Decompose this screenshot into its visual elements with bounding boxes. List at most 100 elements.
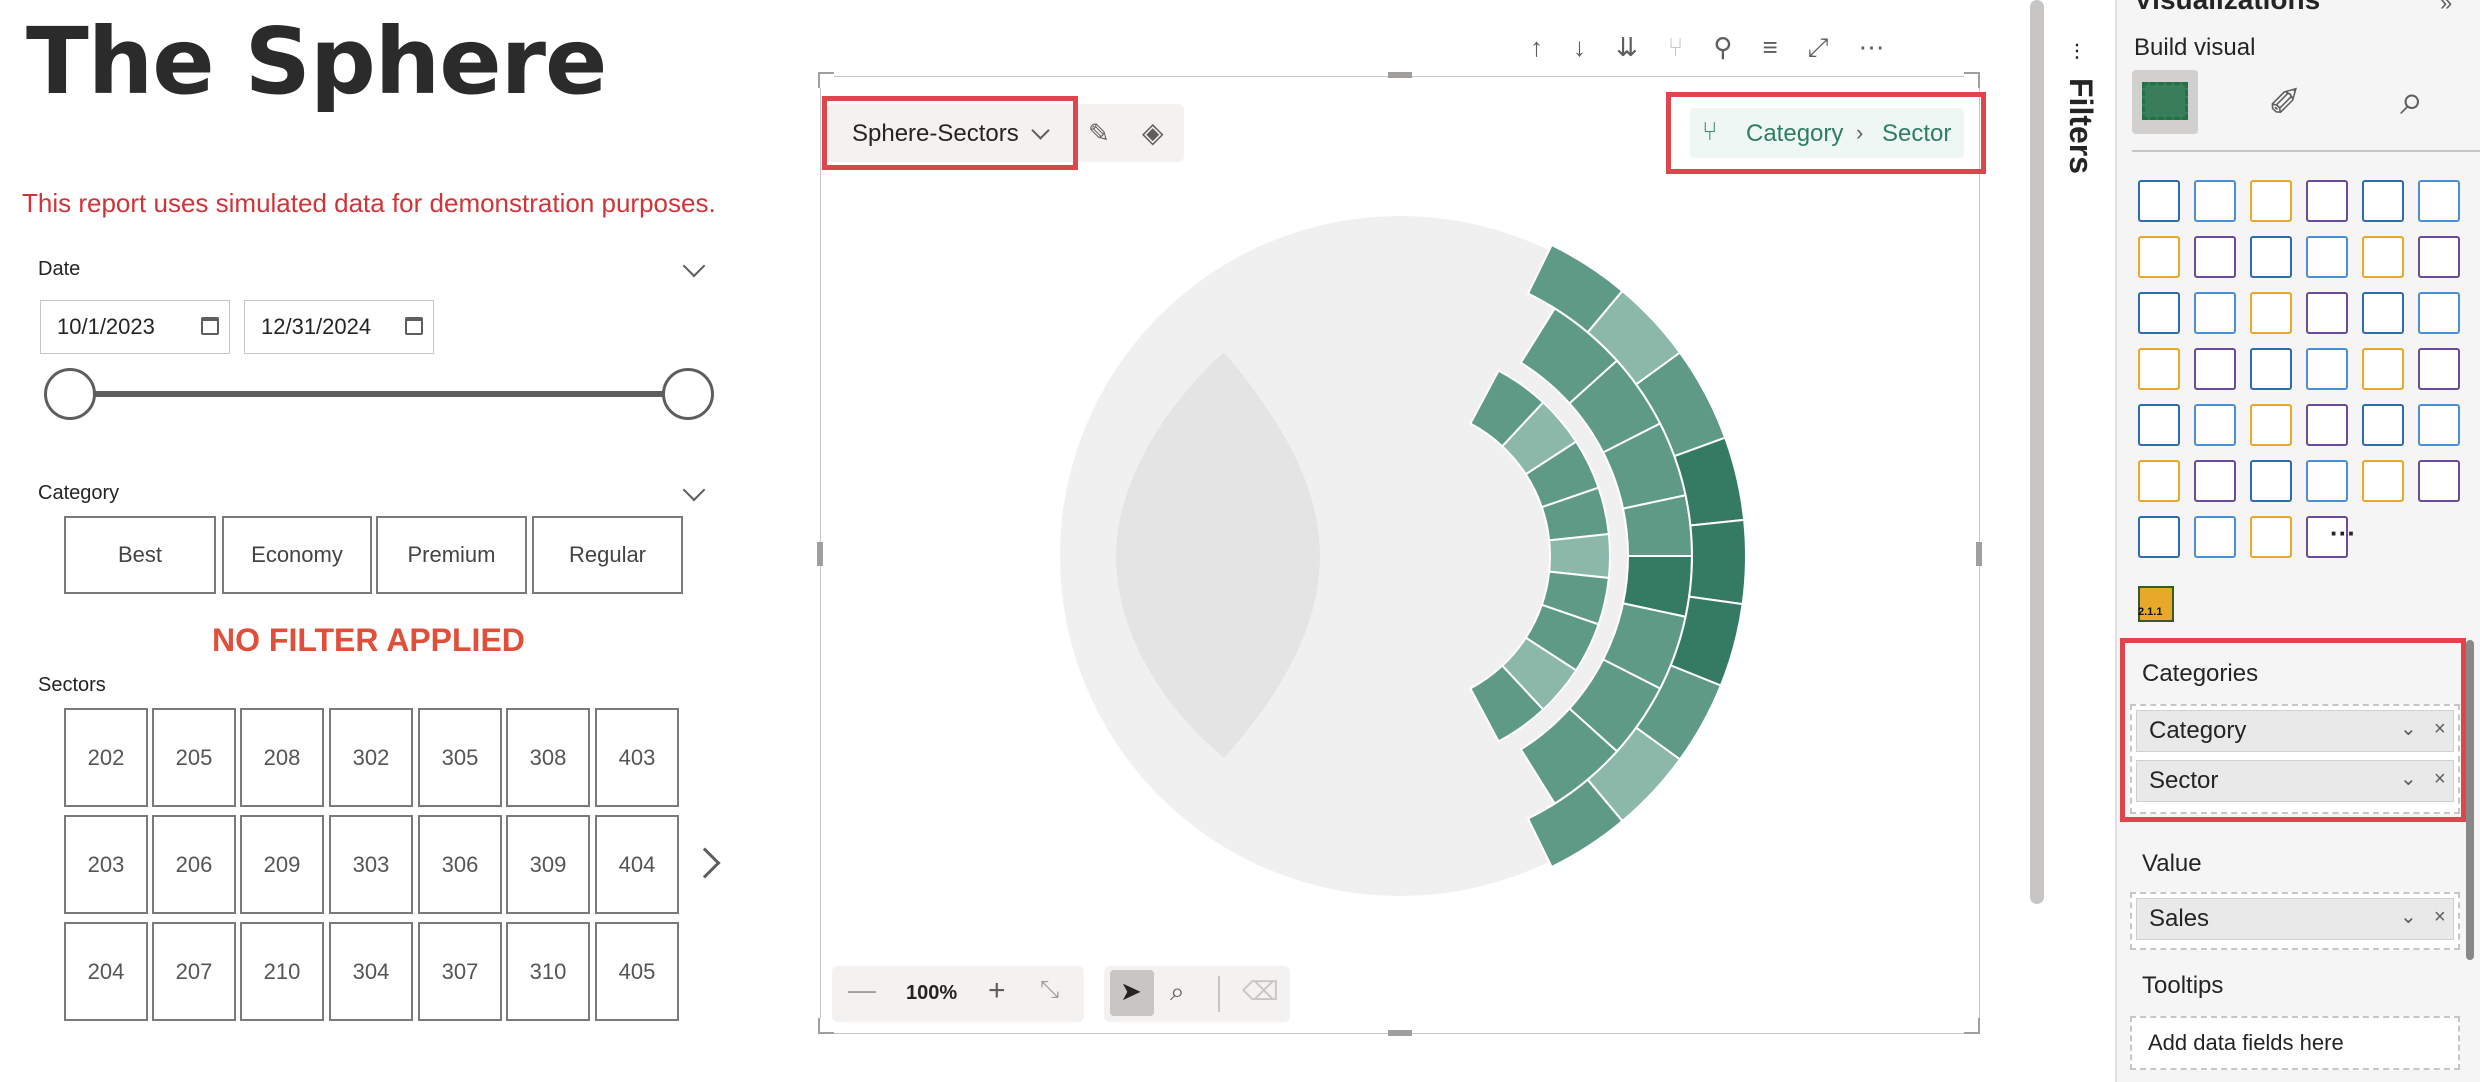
funnel-chart-icon[interactable] <box>2250 292 2292 334</box>
sector-tile[interactable]: 303 <box>329 815 413 914</box>
matrix-icon[interactable] <box>2362 404 2404 446</box>
power-automate-icon[interactable] <box>2250 516 2292 558</box>
resize-handle[interactable] <box>1964 72 1980 88</box>
collapse-pane-icon[interactable]: » <box>2440 0 2452 16</box>
category-button-economy[interactable]: Economy <box>222 516 372 594</box>
pointer-icon[interactable]: ➤ <box>1120 976 1142 1007</box>
map-icon[interactable] <box>2194 348 2236 390</box>
breadcrumb-category[interactable]: Category <box>1746 120 1843 148</box>
sector-tile[interactable]: 207 <box>152 922 236 1021</box>
treemap-icon[interactable] <box>2138 348 2180 390</box>
chevron-down-icon[interactable] <box>682 478 706 502</box>
azure-map-icon[interactable] <box>2306 348 2348 390</box>
resize-handle[interactable] <box>1388 72 1412 78</box>
sphere-seat-map[interactable] <box>1040 200 1760 920</box>
sector-tile[interactable]: 204 <box>64 922 148 1021</box>
resize-handle[interactable] <box>1964 1018 1980 1034</box>
reset-zoom-icon[interactable]: ⤡ <box>1040 976 1059 1004</box>
sector-tile[interactable]: 205 <box>152 708 236 807</box>
sector-tile[interactable]: 203 <box>64 815 148 914</box>
chevron-down-icon[interactable]: ⌄ <box>2400 716 2417 741</box>
custom-map-icon[interactable] <box>2138 516 2180 558</box>
ribbon-chart-icon[interactable] <box>2306 236 2348 278</box>
scatter-chart-icon[interactable] <box>2306 292 2348 334</box>
calendar-icon[interactable] <box>405 317 423 335</box>
100-column-chart-icon[interactable] <box>2418 180 2460 222</box>
drill-up-icon[interactable]: ↑ <box>1530 32 1543 64</box>
sector-tile[interactable]: 309 <box>506 815 590 914</box>
resize-handle[interactable] <box>818 72 834 88</box>
sector-tile[interactable]: 202 <box>64 708 148 807</box>
zoom-lens-icon[interactable]: ⌕ <box>1170 976 1185 1008</box>
sector-tile[interactable]: 307 <box>418 922 502 1021</box>
hierarchy-icon[interactable] <box>2138 460 2180 502</box>
date-slider-end-handle[interactable] <box>662 368 714 420</box>
filled-map-icon[interactable] <box>2250 348 2292 390</box>
slicer-icon[interactable] <box>2250 404 2292 446</box>
sector-tile[interactable]: 304 <box>329 922 413 1021</box>
zoom-out-icon[interactable]: — <box>848 974 876 1006</box>
seating-sector[interactable] <box>1548 532 1612 580</box>
filter-icon[interactable]: ≡ <box>1762 32 1777 64</box>
stacked-bar-chart-icon[interactable] <box>2138 180 2180 222</box>
category-button-regular[interactable]: Regular <box>532 516 683 594</box>
sector-tile[interactable]: 208 <box>240 708 324 807</box>
chevron-down-icon[interactable] <box>682 254 706 278</box>
date-slider-start-handle[interactable] <box>44 368 96 420</box>
pin-icon[interactable]: ⚲ <box>1713 32 1732 64</box>
page-scrollbar[interactable] <box>2030 0 2044 904</box>
clustered-column-chart-icon[interactable] <box>2306 180 2348 222</box>
filters-collapse-icon[interactable]: ⫶ <box>2074 40 2080 66</box>
stacked-column-chart-icon[interactable] <box>2194 180 2236 222</box>
paginated-report-icon[interactable] <box>2362 460 2404 502</box>
area-chart-icon[interactable] <box>2194 236 2236 278</box>
decomposition-icon[interactable] <box>2418 404 2460 446</box>
kpi-icon[interactable] <box>2194 404 2236 446</box>
filters-pane-label[interactable]: Filters <box>2062 78 2099 174</box>
resize-handle[interactable] <box>817 542 823 566</box>
sector-tile[interactable]: 306 <box>418 815 502 914</box>
category-button-best[interactable]: Best <box>64 516 216 594</box>
format-brush-icon[interactable]: ✐ <box>2268 80 2302 126</box>
more-options-icon[interactable]: ⋯ <box>1858 32 1884 64</box>
multi-row-card-icon[interactable] <box>2138 404 2180 446</box>
sector-tile[interactable]: 404 <box>595 815 679 914</box>
line-clustered-column-icon[interactable] <box>2418 236 2460 278</box>
more-visuals-icon[interactable]: ··· <box>2330 518 2356 549</box>
pie-chart-icon[interactable] <box>2362 292 2404 334</box>
sector-tile[interactable]: 206 <box>152 815 236 914</box>
card-icon[interactable] <box>2418 348 2460 390</box>
end-date-input[interactable]: 12/31/2024 <box>244 300 434 354</box>
sector-tile[interactable]: 305 <box>418 708 502 807</box>
sector-tile[interactable]: 302 <box>329 708 413 807</box>
donut-chart-icon[interactable] <box>2418 292 2460 334</box>
eraser-icon[interactable]: ⌫ <box>1242 976 1279 1007</box>
table-icon[interactable] <box>2306 404 2348 446</box>
sector-tile[interactable]: 308 <box>506 708 590 807</box>
resize-handle[interactable] <box>818 1018 834 1034</box>
qa-icon[interactable] <box>2194 460 2236 502</box>
seating-sector[interactable] <box>1688 518 1747 606</box>
sector-tile[interactable]: 405 <box>595 922 679 1021</box>
category-button-premium[interactable]: Premium <box>376 516 527 594</box>
waterfall-chart-icon[interactable] <box>2194 292 2236 334</box>
resize-handle[interactable] <box>1976 542 1982 566</box>
100-bar-chart-icon[interactable] <box>2362 180 2404 222</box>
line-chart-icon[interactable] <box>2138 236 2180 278</box>
sector-tile[interactable]: 403 <box>595 708 679 807</box>
calendar-icon[interactable] <box>201 317 219 335</box>
gauge-icon[interactable] <box>2362 348 2404 390</box>
ribbon-icon[interactable] <box>2138 292 2180 334</box>
stacked-area-chart-icon[interactable] <box>2250 236 2292 278</box>
key-influencers-icon[interactable] <box>2306 460 2348 502</box>
breadcrumb-sector[interactable]: Sector <box>1882 120 1951 148</box>
start-date-input[interactable]: 10/1/2023 <box>40 300 230 354</box>
power-apps-icon[interactable] <box>2194 516 2236 558</box>
remove-field-icon[interactable]: × <box>2434 718 2446 741</box>
pencil-icon[interactable]: ✎ <box>1088 118 1110 149</box>
remove-field-icon[interactable]: × <box>2434 906 2446 929</box>
chevron-right-icon[interactable] <box>689 847 721 879</box>
html-content-icon[interactable] <box>2418 460 2460 502</box>
layers-icon[interactable]: ◈ <box>1142 116 1164 149</box>
analytics-icon[interactable]: ⌕ <box>2400 76 2424 125</box>
